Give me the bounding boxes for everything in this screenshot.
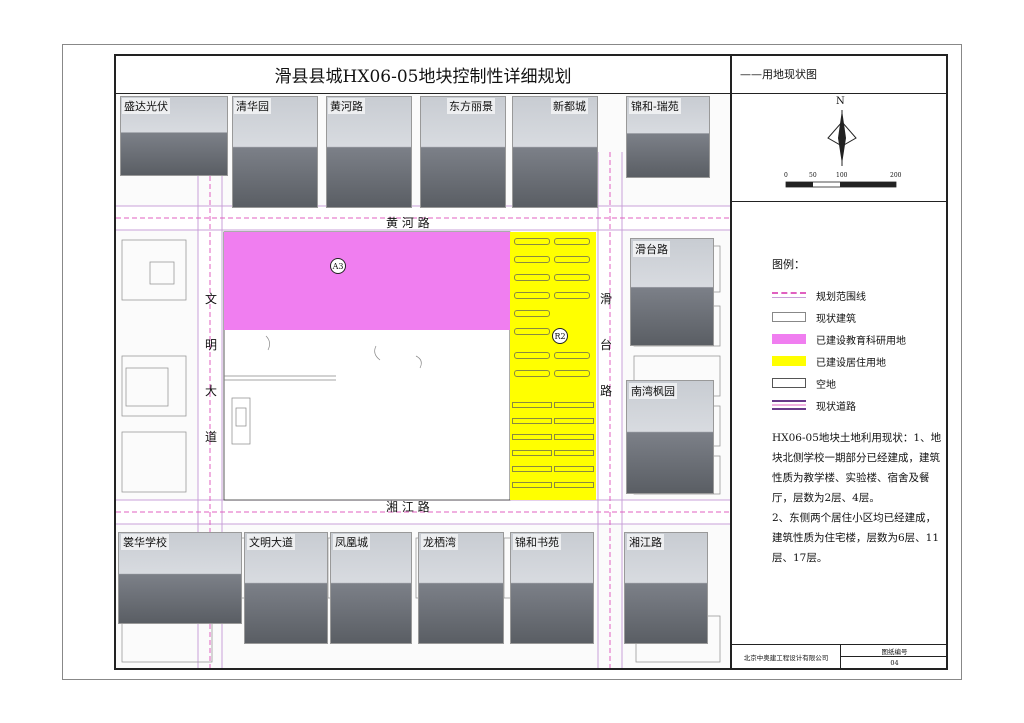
legend-item-boundary: 规划范围线: [772, 284, 906, 306]
description-paragraph-2: 2、东侧两个居住小区均已经建成，建筑性质为住宅楼，层数为6层、11层、17层。: [772, 512, 940, 564]
photo-caption: 凤凰城: [333, 534, 370, 550]
legend-item-residential: 已建设居住用地: [772, 350, 906, 372]
photo-top-1: 盛达光伏: [120, 96, 228, 176]
legend-item-road: 现状道路: [772, 394, 906, 416]
land-use-description: HX06-05地块土地利用现状：1、地块北侧学校一期部分已经建成，建筑性质为教学…: [772, 428, 946, 568]
road-label-east-2: 台: [600, 338, 613, 352]
legend-item-education: 已建设教育科研用地: [772, 328, 906, 350]
road-label-north: 黄 河 路: [386, 216, 430, 230]
road-label-west-4: 道: [205, 430, 218, 444]
road-label-west-2: 明: [205, 338, 218, 352]
road-label-west-1: 文: [205, 292, 218, 306]
scale-tick-200: 200: [890, 172, 902, 179]
photo-bottom-4: 龙栖湾: [418, 532, 504, 644]
legend-label: 已建设居住用地: [816, 357, 886, 369]
drawing-subtitle: ——用地现状图: [732, 56, 948, 94]
road-label-south: 湘 江 路: [386, 500, 430, 514]
photo-caption: 锦和书苑: [513, 534, 561, 550]
photo-caption: 锦和-瑞苑: [629, 98, 681, 114]
photo-bottom-1: 裳华学校: [118, 532, 242, 624]
photo-bottom-2: 文明大道: [244, 532, 328, 644]
legend-label: 规划范围线: [816, 291, 866, 303]
road-label-east-1: 滑: [600, 292, 613, 306]
residential-parcel: [510, 232, 596, 500]
building-outline-icon: [772, 312, 806, 322]
road-label-west-3: 大: [205, 384, 218, 398]
legend: 图例： 规划范围线 现状建筑 已建设教育科研用地 已建设居住用地 空地 现状道路: [772, 256, 906, 416]
company-name: 北京中奥建工程设计有限公司: [732, 645, 841, 668]
site-map: A3 R2 黄 河 路 湘 江 路 文 明 大 道 滑 台 路 盛达光伏 清华园…: [116, 56, 730, 668]
photo-caption: 清华园: [234, 98, 271, 114]
scale-tick-50: 50: [809, 172, 817, 179]
legend-label: 已建设教育科研用地: [816, 335, 906, 347]
legend-label: 现状建筑: [816, 313, 856, 325]
photo-top-5: 新都城: [512, 96, 598, 208]
photo-caption: 龙栖湾: [421, 534, 458, 550]
legend-title: 图例：: [772, 258, 805, 271]
parcel-label-r2: R2: [552, 328, 568, 344]
drawing-title: 滑县县城HX06-05地块控制性详细规划: [116, 56, 730, 94]
legend-item-vacant: 空地: [772, 372, 906, 394]
photo-caption: 盛达光伏: [122, 98, 170, 114]
photo-top-3: 黄河路: [326, 96, 412, 208]
photo-top-4: 东方丽景: [420, 96, 506, 208]
photo-caption: 新都城: [551, 98, 588, 114]
residential-swatch: [772, 356, 806, 366]
photo-caption: 裳华学校: [121, 534, 169, 550]
scale-tick-0: 0: [784, 172, 788, 179]
road-label-east-3: 路: [600, 384, 613, 398]
photo-bottom-3: 凤凰城: [330, 532, 412, 644]
legend-label: 现状道路: [816, 401, 856, 413]
vacant-swatch: [772, 378, 806, 388]
description-paragraph-1: HX06-05地块土地利用现状：1、地块北侧学校一期部分已经建成，建筑性质为教学…: [772, 432, 942, 504]
drawing-number: 04: [890, 658, 899, 667]
education-parcel: [224, 232, 510, 330]
photo-bottom-6: 湘江路: [624, 532, 708, 644]
photo-bottom-5: 锦和书苑: [510, 532, 594, 644]
photo-caption: 文明大道: [247, 534, 295, 550]
photo-caption: 南湾枫园: [629, 383, 677, 399]
photo-top-6: 锦和-瑞苑: [626, 96, 710, 178]
photo-right-1: 滑台路: [630, 238, 714, 346]
parcel-label-a3: A3: [330, 258, 346, 274]
photo-right-2: 南湾枫园: [626, 380, 714, 494]
title-block: ——用地现状图 N 0 50 100 200 图例： 规划范围线 现状建筑 已建…: [730, 56, 948, 668]
education-swatch: [772, 334, 806, 344]
photo-caption: 滑台路: [633, 241, 670, 257]
drawing-number-label: 图纸编号: [841, 645, 948, 657]
compass-icon: [785, 110, 897, 188]
road-line-icon: [772, 400, 806, 410]
drawing-number-cell: 图纸编号 04: [841, 645, 948, 668]
photo-top-2: 清华园: [232, 96, 318, 208]
dashed-line-icon: [772, 292, 806, 298]
scale-tick-100: 100: [836, 172, 848, 179]
photo-caption: 湘江路: [627, 534, 664, 550]
photo-caption: 东方丽景: [447, 98, 495, 114]
legend-label: 空地: [816, 379, 836, 391]
north-arrow-scale: N 0 50 100 200: [732, 94, 948, 202]
title-block-footer: 北京中奥建工程设计有限公司 图纸编号 04: [732, 644, 948, 668]
legend-item-building: 现状建筑: [772, 306, 906, 328]
photo-caption: 黄河路: [328, 98, 365, 114]
